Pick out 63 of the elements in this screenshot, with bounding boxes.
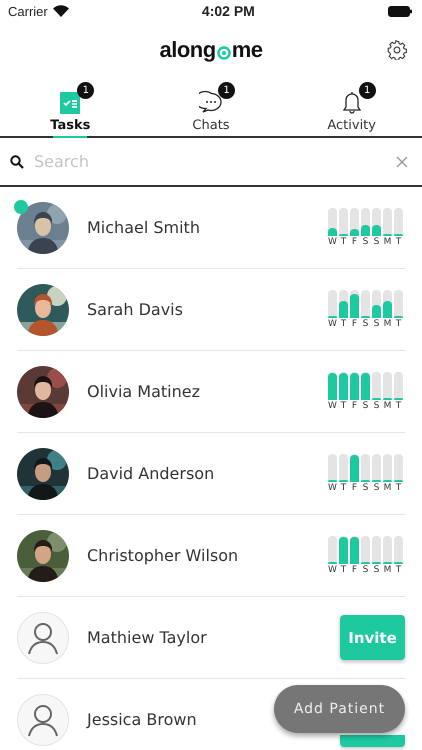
day-label: T	[340, 565, 346, 575]
add-patient-button[interactable]: Add Patient	[274, 685, 405, 733]
patient-name[interactable]: Christopher Wilson	[87, 546, 238, 565]
status-time: 4:02 PM	[202, 3, 255, 19]
chat-bubble-icon	[199, 90, 223, 114]
day-label: F	[352, 237, 358, 247]
day-label: S	[374, 319, 380, 329]
day-label: F	[352, 319, 358, 329]
wifi-icon	[52, 5, 69, 17]
tab[interactable]: 1 Tasks	[0, 78, 141, 136]
day-label: F	[352, 565, 358, 575]
day-label: W	[328, 237, 337, 247]
clipboard-icon	[58, 90, 82, 114]
day-label: S	[362, 565, 368, 575]
patient-name[interactable]: Sarah Davis	[87, 300, 183, 319]
search-icon	[10, 154, 24, 168]
app-logo: along me	[160, 37, 262, 63]
battery-icon	[388, 6, 412, 16]
day-label: W	[328, 401, 337, 411]
person-icon	[17, 612, 69, 664]
count-badge: 1	[358, 82, 376, 99]
day-label: W	[328, 483, 337, 493]
tab[interactable]: 1 Chats	[140, 78, 282, 136]
settings-icon[interactable]	[387, 40, 407, 60]
search-field[interactable]: Search	[32, 151, 388, 172]
patient-name[interactable]: David Anderson	[87, 464, 214, 483]
day-label: W	[328, 319, 337, 329]
day-label: M	[384, 237, 392, 247]
count-badge: 1	[77, 82, 94, 99]
day-label: M	[384, 401, 392, 411]
day-label: T	[396, 401, 402, 411]
day-label: M	[384, 319, 392, 329]
count-badge: 1	[218, 82, 235, 99]
tab[interactable]: 1 Activity	[281, 78, 422, 136]
patient-name[interactable]: Michael Smith	[87, 218, 200, 237]
day-label: T	[340, 319, 346, 329]
day-label: M	[384, 565, 392, 575]
person-icon	[17, 694, 69, 746]
day-label: T	[396, 237, 402, 247]
day-label: S	[374, 483, 380, 493]
patient-name[interactable]: Mathiew Taylor	[87, 628, 207, 647]
invite-button[interactable]	[340, 735, 405, 747]
day-label: S	[374, 237, 380, 247]
patient-name[interactable]: Olivia Matinez	[87, 382, 200, 401]
patient-name[interactable]: Jessica Brown	[87, 710, 197, 729]
day-label: T	[396, 319, 402, 329]
day-label: S	[374, 565, 380, 575]
day-label: F	[352, 401, 358, 411]
day-label: F	[352, 483, 358, 493]
day-label: S	[374, 401, 380, 411]
day-label: S	[362, 319, 368, 329]
day-label: T	[340, 401, 346, 411]
carrier-label: Carrier	[8, 4, 48, 18]
day-label: S	[362, 483, 368, 493]
day-label: T	[396, 483, 402, 493]
close-icon[interactable]	[396, 156, 408, 168]
day-label: W	[328, 565, 337, 575]
day-label: T	[340, 237, 346, 247]
day-label: M	[384, 483, 392, 493]
day-label: T	[396, 565, 402, 575]
day-label: S	[362, 401, 368, 411]
day-label: S	[362, 237, 368, 247]
day-label: T	[340, 483, 346, 493]
